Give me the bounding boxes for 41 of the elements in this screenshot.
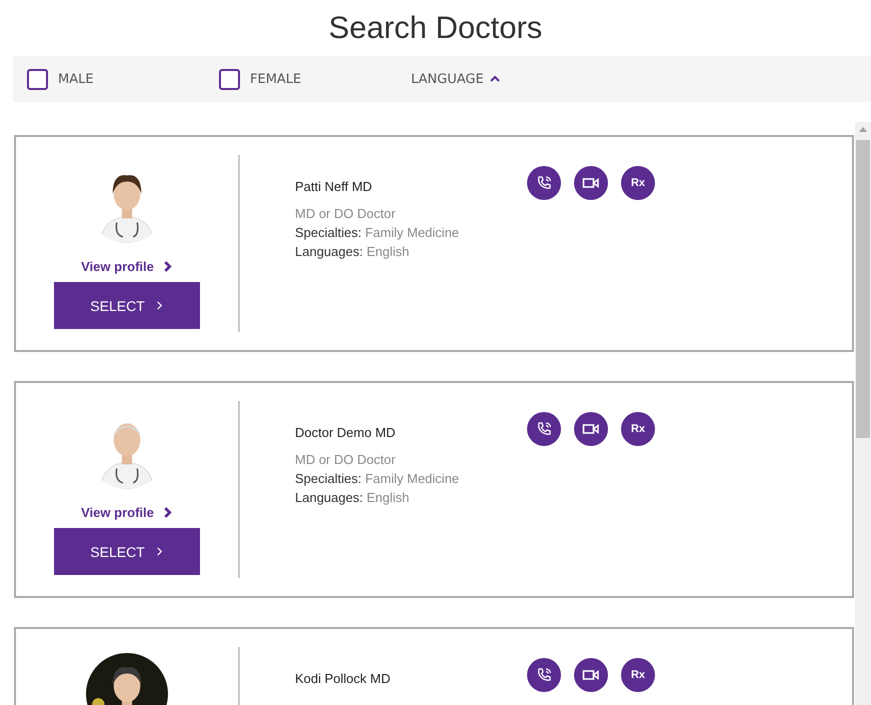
doctor-name: Patti Neff MD [295,179,374,194]
language-dropdown[interactable]: LANGUAGE [411,72,500,86]
chevron-icon [154,301,164,310]
specialties-text: Specialties: Family Medicine [295,470,460,488]
select-button[interactable]: SELECT [54,282,200,329]
chevron-icon [490,74,500,84]
phone-call-button[interactable] [527,166,561,200]
video-call-button[interactable] [574,412,608,446]
chevron-icon [154,547,164,556]
checkbox[interactable] [27,68,48,90]
video-camera-icon [582,176,600,190]
doctor-type: MD or DO Doctor [295,451,396,469]
video-call-button[interactable] [574,166,608,200]
view-profile-link[interactable]: View profile [81,259,173,274]
languages-text: Languages: English [295,243,410,261]
chevron-icon [162,507,173,518]
doctor-type: MD or DO Doctor [295,205,396,223]
scrollbar[interactable] [855,122,871,705]
phone-icon [535,420,553,438]
filter-label: FEMALE [250,72,302,86]
phone-call-button[interactable] [527,412,561,446]
video-call-button[interactable] [574,658,608,692]
chevron-icon [162,261,173,272]
phone-call-button[interactable] [527,658,561,692]
prescription-button[interactable]: Rx [621,658,655,692]
specialties-text: Specialties: Family Medicine [295,224,460,242]
prescription-button[interactable]: Rx [621,166,655,200]
doctor-name: Doctor Demo MD [295,425,396,440]
select-button[interactable]: SELECT [54,528,200,575]
phone-icon [535,174,553,192]
video-camera-icon [582,422,600,436]
page-title: Search Doctors [328,9,544,47]
video-camera-icon [582,668,600,682]
doctor-name: Kodi Pollock MD [295,671,392,686]
filter-label: MALE [58,72,94,86]
phone-icon [535,666,553,684]
prescription-button[interactable]: Rx [621,412,655,446]
scroll-thumb[interactable] [856,140,870,438]
languages-text: Languages: English [295,489,410,507]
checkbox[interactable] [219,68,240,90]
view-profile-link[interactable]: View profile [81,505,173,520]
